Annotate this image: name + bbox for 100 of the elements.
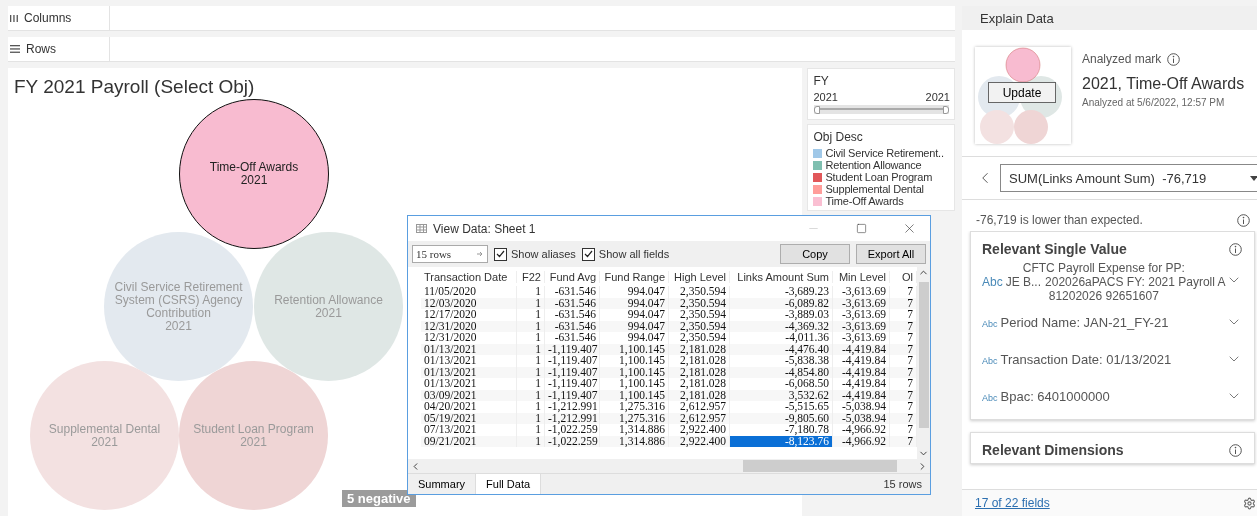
table-cell[interactable]: 1 xyxy=(517,309,545,321)
type-label: Abc xyxy=(982,355,998,366)
table-cell[interactable]: -3,689.23 xyxy=(730,286,833,298)
legend-label[interactable]: Time-Off Awards xyxy=(825,195,904,207)
table-cell[interactable]: 1 xyxy=(517,332,545,344)
bubble[interactable]: Time-Off Awards 2021 xyxy=(179,99,329,249)
table-cell[interactable]: -631.546 xyxy=(545,286,600,298)
table-cell[interactable]: -6,068.50 xyxy=(730,378,833,390)
table-cell[interactable]: 04/20/2021 xyxy=(421,401,517,413)
column-header[interactable]: F22 xyxy=(517,270,545,283)
table-cell[interactable]: 2,350.594 xyxy=(669,332,730,344)
table-cell[interactable]: -631.546 xyxy=(545,309,600,321)
measure-dropdown[interactable]: SUM(Links Amount Sum) -76,719 xyxy=(1000,164,1257,192)
table-cell[interactable]: 2,612.957 xyxy=(669,401,730,413)
table-cell[interactable]: 994.047 xyxy=(600,286,669,298)
column-header[interactable]: Transaction Date xyxy=(421,270,517,283)
table-cell[interactable]: -5,838.38 xyxy=(730,355,833,367)
legend-label[interactable]: Student Loan Program xyxy=(825,171,933,183)
checkmark-icon xyxy=(583,250,593,258)
bubble-label: Civil Service Retirement System (CSRS) Agency Contribution xyxy=(114,280,243,320)
info-icon[interactable] xyxy=(1228,242,1242,256)
table-cell[interactable]: 1 xyxy=(517,401,545,413)
table-cell[interactable]: 1 xyxy=(517,355,545,367)
legend-label[interactable]: Supplemental Dental xyxy=(825,183,924,195)
table-cell[interactable]: -1,119.407 xyxy=(545,355,600,367)
table-cell[interactable]: 07/13/2021 xyxy=(421,424,517,436)
table-cell[interactable]: 12/17/2020 xyxy=(421,309,517,321)
dialog-button[interactable]: Export All xyxy=(856,244,926,264)
value-text: CFTC Payroll Expense for PP: xyxy=(1022,261,1185,275)
dialog-button[interactable]: Copy xyxy=(780,244,850,264)
settings-icon[interactable] xyxy=(1242,496,1256,510)
table-cell[interactable]: -4,966.92 xyxy=(833,424,890,436)
rows-field[interactable]: 15 rows xyxy=(412,245,488,263)
table-cell[interactable]: 1,100.145 xyxy=(600,378,669,390)
table-cell[interactable]: 2,181.028 xyxy=(669,378,730,390)
column-header[interactable]: Fund Avg xyxy=(545,270,600,283)
table-cell[interactable]: 1,275.316 xyxy=(600,401,669,413)
table-cell[interactable]: 1,100.145 xyxy=(600,355,669,367)
value-text: 202026aPACS FY: 2021 Payroll A xyxy=(1045,275,1226,289)
info-icon[interactable] xyxy=(1167,52,1181,66)
arrow-icon xyxy=(477,251,484,257)
column-header[interactable]: Min Level xyxy=(833,270,890,283)
info-icon[interactable] xyxy=(1228,443,1242,457)
legend-label[interactable]: Civil Service Retirement.. xyxy=(825,147,944,159)
table-cell[interactable]: 12/31/2020 xyxy=(421,332,517,344)
table-cell[interactable]: -4,419.84 xyxy=(833,378,890,390)
slider-handle[interactable] xyxy=(814,106,821,114)
table-cell[interactable]: -3,613.69 xyxy=(833,309,890,321)
negative-count-badge: 5 negative xyxy=(342,490,416,507)
table-cell[interactable]: -4,011.36 xyxy=(730,332,833,344)
table-cell[interactable]: 01/13/2021 xyxy=(421,378,517,390)
table-cell[interactable]: -3,889.03 xyxy=(730,309,833,321)
bubble-year: 2021 xyxy=(240,435,267,449)
table-cell[interactable]: 1 xyxy=(517,286,545,298)
analyzed-time: Analyzed at 5/6/2022, 12:57 PM xyxy=(1082,97,1226,108)
table-cell[interactable]: -5,515.65 xyxy=(730,401,833,413)
table-cell[interactable]: 2,922.400 xyxy=(669,424,730,436)
table-cell[interactable]: -3,613.69 xyxy=(833,332,890,344)
fields-link[interactable]: 17 of 22 fields xyxy=(975,496,1050,510)
table-cell[interactable]: -1,119.407 xyxy=(545,378,600,390)
table-cell[interactable]: 1,314.886 xyxy=(600,424,669,436)
update-button[interactable]: Update xyxy=(988,82,1056,103)
maximize-icon xyxy=(855,223,867,234)
table-cell[interactable]: -1,212.991 xyxy=(545,401,600,413)
range-slider[interactable] xyxy=(814,105,949,114)
bubble-label: Time-Off Awards xyxy=(209,161,299,174)
table-cell[interactable]: 2,350.594 xyxy=(669,286,730,298)
table-cell[interactable]: 2,181.028 xyxy=(669,355,730,367)
table-cell[interactable]: 2,350.594 xyxy=(669,309,730,321)
vertical-scrollbar[interactable] xyxy=(917,267,930,459)
table-cell[interactable]: 09/21/2021 xyxy=(421,435,517,447)
checkbox[interactable] xyxy=(494,247,507,261)
table-cell[interactable]: -631.546 xyxy=(545,332,600,344)
bubble-label: Supplemental Dental xyxy=(48,422,161,436)
column-header[interactable]: Fund Range xyxy=(600,270,669,283)
table-cell[interactable]: 1 xyxy=(517,435,545,447)
column-header[interactable]: High Level xyxy=(669,270,730,283)
table-cell[interactable]: -1,022.259 xyxy=(545,435,600,447)
slider-handle[interactable] xyxy=(943,106,949,114)
table-cell[interactable]: 11/05/2020 xyxy=(421,286,517,298)
shelf-field[interactable]: Rows xyxy=(8,37,955,62)
table-cell[interactable]: -4,966.92 xyxy=(833,435,890,447)
table-cell[interactable]: -1,022.259 xyxy=(545,424,600,436)
table-cell[interactable]: -7,180.78 xyxy=(730,424,833,436)
table-cell[interactable]: 1,314.886 xyxy=(600,435,669,447)
table-cell[interactable]: -3,613.69 xyxy=(833,286,890,298)
legend-label[interactable]: Retention Allowance xyxy=(825,159,922,171)
table-cell[interactable]: -4,419.84 xyxy=(833,355,890,367)
table-cell[interactable]: 1 xyxy=(517,378,545,390)
summary-text: -76,719 is lower than expected. xyxy=(976,213,1143,227)
table-cell[interactable]: 994.047 xyxy=(600,309,669,321)
info-icon[interactable] xyxy=(1236,213,1250,227)
checkbox[interactable] xyxy=(581,247,595,261)
dialog-tab[interactable]: Full Data xyxy=(476,474,542,494)
column-header[interactable]: Links Amount Sum xyxy=(730,270,833,283)
table-cell[interactable]: -5,038.94 xyxy=(833,401,890,413)
table-cell[interactable]: 994.047 xyxy=(600,332,669,344)
shelf-field[interactable]: Columns xyxy=(8,6,955,31)
table-cell[interactable]: 1 xyxy=(517,424,545,436)
table-cell[interactable]: 01/13/2021 xyxy=(421,355,517,367)
